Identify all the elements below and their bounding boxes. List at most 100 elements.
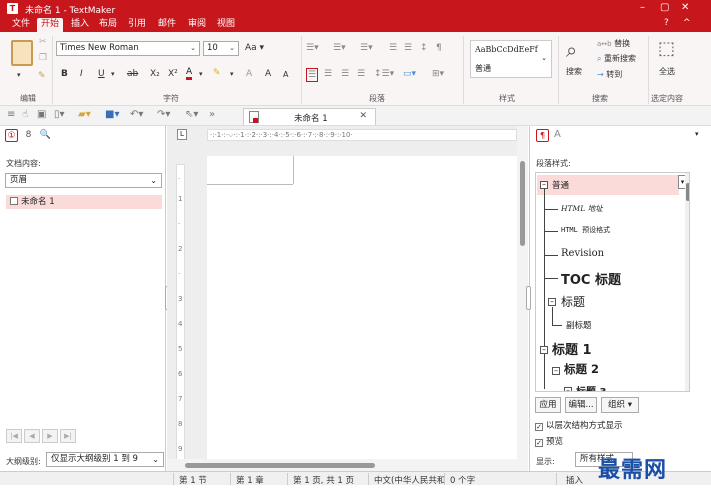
list-item[interactable]: 未命名 1: [6, 195, 162, 209]
collapse-ribbon-button[interactable]: ^: [683, 18, 691, 28]
maximize-button[interactable]: ▢: [660, 2, 669, 13]
collapse-icon[interactable]: –: [564, 387, 572, 391]
last-icon[interactable]: ▶|: [60, 429, 76, 443]
document-tab[interactable]: 未命名 1 ✕: [243, 108, 376, 125]
collapse-icon[interactable]: –: [540, 181, 548, 189]
sidebar-toggle-icon[interactable]: ▣: [37, 109, 46, 120]
superscript-button[interactable]: X²: [168, 68, 178, 80]
tab-references[interactable]: 引用: [124, 18, 150, 32]
status-insert-mode[interactable]: 插入: [566, 474, 583, 486]
copy-icon[interactable]: ❐: [39, 52, 47, 64]
increase-indent-icon[interactable]: ☰: [404, 42, 412, 54]
align-left-icon[interactable]: ☰: [306, 68, 319, 82]
edit-style-button[interactable]: 编辑...: [565, 397, 597, 413]
collapse-icon[interactable]: –: [548, 298, 556, 306]
align-center-icon[interactable]: ☰: [324, 68, 332, 80]
more-icon[interactable]: »: [209, 109, 215, 120]
new-document-icon[interactable]: ▯▾: [54, 109, 65, 120]
outline-level-select[interactable]: 仅显示大纲级别 1 到 9 ⌄: [46, 452, 164, 467]
style-item[interactable]: HTML 预设格式: [561, 225, 610, 235]
style-item[interactable]: 标题 2: [564, 361, 599, 377]
character-style-tab-icon[interactable]: A: [554, 129, 561, 140]
style-item[interactable]: 标题 3: [576, 383, 606, 391]
tab-mailings[interactable]: 邮件: [154, 18, 180, 32]
pointer-icon[interactable]: ⇖▾: [185, 109, 198, 120]
font-size-grow-icon[interactable]: Aa ▾: [245, 42, 264, 54]
font-name-select[interactable]: Times New Roman ⌄: [56, 41, 200, 56]
style-item[interactable]: HTML 地址: [561, 203, 603, 214]
touch-mode-icon[interactable]: ☝: [22, 109, 28, 120]
style-item[interactable]: TOC 标题: [561, 269, 621, 288]
style-item[interactable]: Revision: [561, 248, 604, 259]
style-gallery[interactable]: AaBbCcDdEeFf 普通 ⌄: [470, 40, 552, 78]
menu-icon[interactable]: ≡: [7, 109, 15, 120]
bold-button[interactable]: B: [61, 68, 68, 80]
style-item[interactable]: 普通: [552, 179, 569, 191]
tab-stop-icon[interactable]: L: [177, 129, 187, 140]
horizontal-ruler[interactable]: ·:·1·:·⌵·:·1·:·2·:·3·:·4·:·5·:·6·:·7·:·8…: [207, 129, 517, 141]
multilevel-list-icon[interactable]: ☰▾: [360, 42, 373, 54]
minimize-button[interactable]: –: [640, 2, 645, 13]
undo-icon[interactable]: ↶▾: [130, 109, 143, 120]
cut-icon[interactable]: ✂: [39, 36, 47, 48]
decrease-indent-icon[interactable]: ☰: [389, 42, 397, 54]
search-button[interactable]: 搜索: [566, 66, 582, 78]
tab-view[interactable]: 视图: [213, 18, 239, 32]
paragraph-style-tab-icon[interactable]: ¶: [536, 129, 549, 142]
right-splitter-handle[interactable]: [526, 286, 531, 310]
tab-file[interactable]: 文件: [8, 18, 34, 32]
style-list[interactable]: ▾ – 普通 HTML 地址 HTML 预设格式 Revision TOC 标题…: [535, 172, 690, 392]
sort-icon[interactable]: ↕: [420, 42, 428, 54]
font-color-button[interactable]: A: [186, 68, 193, 80]
justify-icon[interactable]: ☰: [357, 68, 365, 80]
close-button[interactable]: ✕: [681, 2, 689, 13]
font-color-dropdown-icon[interactable]: ▾: [199, 68, 203, 80]
first-icon[interactable]: |◀: [6, 429, 22, 443]
select-all-icon[interactable]: ⬚: [658, 38, 675, 59]
grow-font-button[interactable]: A: [265, 68, 271, 80]
organize-style-button[interactable]: 组织 ▾: [601, 397, 639, 413]
align-right-icon[interactable]: ☰: [341, 68, 349, 80]
panel-menu-icon[interactable]: ▾: [695, 130, 699, 138]
italic-button[interactable]: I: [80, 68, 83, 80]
doc-content-select[interactable]: 页眉 ⌄: [5, 173, 162, 188]
highlight-dropdown-icon[interactable]: ▾: [230, 68, 234, 80]
paste-icon[interactable]: [11, 40, 33, 66]
collapse-icon[interactable]: –: [552, 367, 560, 375]
style-item[interactable]: 标题 1: [552, 339, 592, 358]
highlight-icon[interactable]: ✎: [213, 67, 221, 79]
save-icon[interactable]: ■▾: [105, 109, 119, 120]
prev-icon[interactable]: ◀: [24, 429, 40, 443]
select-all-button[interactable]: 全选: [659, 66, 675, 78]
borders-icon[interactable]: ⊞▾: [432, 68, 444, 80]
tab-review[interactable]: 审阅: [184, 18, 210, 32]
bullet-list-icon[interactable]: ☰▾: [306, 42, 319, 54]
subscript-button[interactable]: X₂: [150, 68, 160, 80]
next-icon[interactable]: ▶: [42, 429, 58, 443]
clear-format-button[interactable]: A: [246, 68, 252, 80]
underline-button[interactable]: U: [98, 68, 105, 80]
search-again-button[interactable]: ⌕ 重新搜索: [597, 53, 636, 65]
help-button[interactable]: ?: [664, 18, 669, 28]
app-icon[interactable]: T: [7, 3, 18, 14]
pilcrow-icon[interactable]: ¶: [436, 42, 442, 54]
underline-dropdown-icon[interactable]: ▾: [111, 68, 115, 80]
shading-icon[interactable]: ▭▾: [403, 68, 416, 80]
search-icon[interactable]: ⌕: [566, 38, 577, 62]
redo-icon[interactable]: ↷▾: [157, 109, 170, 120]
document-page[interactable]: [207, 156, 517, 471]
collapse-icon[interactable]: –: [540, 346, 548, 354]
tab-layout[interactable]: 布局: [95, 18, 121, 32]
font-size-select[interactable]: 10 ⌄: [203, 41, 239, 56]
hierarchy-checkbox[interactable]: ✓ 以层次结构方式显示: [535, 419, 623, 431]
format-painter-icon[interactable]: ✎: [38, 70, 46, 82]
status-language[interactable]: 中文(中华人民共和: [374, 474, 445, 486]
style-item[interactable]: 标题: [561, 293, 585, 310]
paste-dropdown-icon[interactable]: ▾: [17, 69, 21, 81]
preview-checkbox[interactable]: ✓ 预览: [535, 435, 563, 447]
numbered-list-icon[interactable]: ☰▾: [333, 42, 346, 54]
apply-style-button[interactable]: 应用: [535, 397, 561, 413]
tab-insert[interactable]: 插入: [67, 18, 93, 32]
open-folder-icon[interactable]: ▰▾: [78, 109, 91, 120]
line-spacing-icon[interactable]: ↕☰▾: [374, 68, 394, 80]
